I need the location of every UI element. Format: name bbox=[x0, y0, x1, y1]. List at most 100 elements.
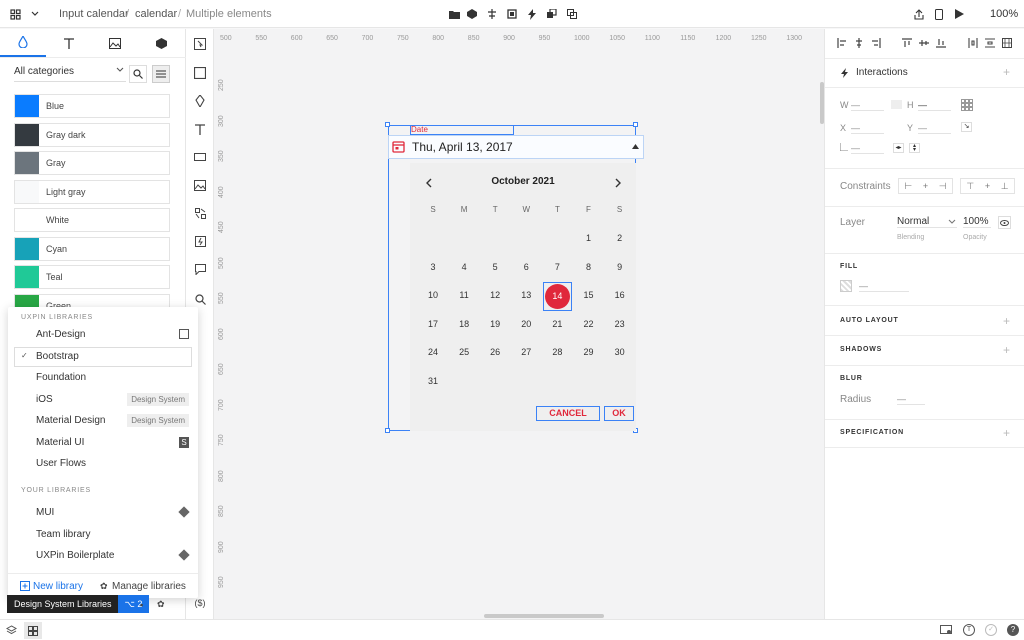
calendar-day[interactable]: 4 bbox=[450, 262, 478, 272]
library-item[interactable]: User Flows bbox=[36, 458, 86, 469]
position-icon[interactable]: ↘ bbox=[961, 122, 972, 132]
calendar-day[interactable]: 2 bbox=[606, 233, 634, 243]
constraint-left-icon[interactable]: ⊢ bbox=[904, 181, 912, 192]
horizontal-scrollbar[interactable] bbox=[484, 614, 604, 618]
align-left-icon[interactable] bbox=[837, 38, 847, 48]
library-item[interactable]: UXPin Boilerplate bbox=[36, 550, 114, 561]
resize-handle[interactable] bbox=[633, 122, 638, 127]
ok-button[interactable]: OK bbox=[604, 406, 634, 421]
pen-tool-icon[interactable] bbox=[192, 93, 208, 109]
calendar-day[interactable]: 28 bbox=[543, 347, 571, 357]
calendar-day[interactable]: 22 bbox=[575, 319, 603, 329]
constraint-bottom-icon[interactable]: ⊥ bbox=[1001, 181, 1009, 192]
x-field[interactable]: — bbox=[851, 123, 884, 134]
library-item[interactable]: Ant-Design bbox=[36, 329, 85, 340]
text-tool-icon[interactable] bbox=[192, 121, 208, 137]
align-bottom-icon[interactable] bbox=[936, 38, 946, 48]
constraint-right-icon[interactable]: ⊣ bbox=[939, 181, 947, 192]
library-item[interactable]: MUI bbox=[36, 507, 54, 518]
opacity-field[interactable]: 100% bbox=[963, 216, 991, 228]
component-icon[interactable] bbox=[465, 7, 479, 21]
calendar-day[interactable]: 15 bbox=[575, 290, 603, 300]
box-tool-icon[interactable] bbox=[192, 149, 208, 165]
constraint-top-icon[interactable]: ⊤ bbox=[966, 181, 974, 192]
frame-icon[interactable] bbox=[505, 7, 519, 21]
dropdown-arrow-icon[interactable] bbox=[632, 144, 639, 149]
constraint-center-icon[interactable]: + bbox=[923, 181, 928, 191]
lock-icon[interactable]: ▪ bbox=[140, 600, 143, 610]
select-tool-icon[interactable] bbox=[192, 36, 208, 52]
list-view-button[interactable] bbox=[152, 65, 170, 83]
cancel-button[interactable]: CANCEL bbox=[536, 406, 600, 421]
search-button[interactable] bbox=[129, 65, 147, 83]
align-right-icon[interactable] bbox=[871, 38, 881, 48]
flip-vertical-icon[interactable]: ▴ ▾ bbox=[909, 143, 920, 153]
color-swatch-item[interactable]: Gray bbox=[14, 151, 170, 175]
date-input[interactable]: Thu, April 13, 2017 bbox=[388, 135, 644, 159]
calendar-day[interactable]: 26 bbox=[481, 347, 509, 357]
comment-tool-icon[interactable] bbox=[192, 261, 208, 277]
library-item[interactable]: Foundation bbox=[36, 372, 86, 383]
folder-icon[interactable] bbox=[447, 7, 461, 21]
calendar-day[interactable]: 29 bbox=[575, 347, 603, 357]
color-swatch-item[interactable]: Cyan bbox=[14, 236, 170, 261]
library-item[interactable]: Team library bbox=[36, 529, 90, 540]
library-item[interactable]: Bootstrap bbox=[36, 351, 79, 362]
calendar-day[interactable]: 6 bbox=[512, 262, 540, 272]
distribute-vertical-icon[interactable] bbox=[985, 38, 995, 48]
play-icon[interactable] bbox=[952, 7, 966, 21]
tab-assets[interactable] bbox=[92, 29, 138, 57]
apps-grid-icon[interactable] bbox=[8, 7, 22, 21]
info-icon[interactable]: T bbox=[963, 624, 975, 636]
color-swatch-item[interactable]: Gray dark bbox=[14, 122, 170, 147]
align-middle-icon[interactable] bbox=[919, 38, 929, 48]
breadcrumb-project[interactable]: Input calendar bbox=[59, 8, 129, 20]
calendar-day[interactable]: 16 bbox=[606, 290, 634, 300]
selected-day[interactable]: 14 bbox=[544, 284, 570, 310]
image-tool-icon[interactable] bbox=[192, 177, 208, 193]
fill-value[interactable]: — bbox=[859, 281, 909, 292]
chevron-down-icon[interactable] bbox=[28, 7, 42, 21]
interaction-tool-icon[interactable] bbox=[192, 233, 208, 249]
calendar-day[interactable]: 20 bbox=[512, 319, 540, 329]
rotation-field[interactable]: — bbox=[851, 143, 884, 154]
boolean-icon[interactable] bbox=[565, 7, 579, 21]
calendar-day[interactable]: 27 bbox=[512, 347, 540, 357]
tab-typography[interactable] bbox=[46, 29, 92, 57]
visibility-eye-icon[interactable] bbox=[998, 216, 1011, 229]
search-tool-icon[interactable] bbox=[192, 291, 208, 307]
category-select[interactable]: All categories bbox=[14, 65, 126, 82]
color-swatch-item[interactable]: Blue bbox=[14, 94, 170, 118]
radius-field[interactable]: — bbox=[897, 394, 925, 405]
preview-icon[interactable] bbox=[940, 625, 952, 635]
color-swatch-item[interactable]: Light gray bbox=[14, 179, 170, 204]
add-specification-button[interactable]: + bbox=[1003, 426, 1010, 440]
calendar-day[interactable]: 23 bbox=[606, 319, 634, 329]
resize-handle[interactable] bbox=[385, 122, 390, 127]
calendar-day[interactable]: 3 bbox=[419, 262, 447, 272]
calendar-day[interactable]: 18 bbox=[450, 319, 478, 329]
next-month-icon[interactable] bbox=[615, 178, 621, 188]
calendar-day[interactable]: 12 bbox=[481, 290, 509, 300]
color-swatch-item[interactable]: Teal bbox=[14, 265, 170, 289]
calendar-day[interactable]: 17 bbox=[419, 319, 447, 329]
add-interaction-button[interactable]: + bbox=[1003, 65, 1010, 79]
lock-ratio-icon[interactable] bbox=[891, 100, 902, 109]
rectangle-tool-icon[interactable] bbox=[192, 65, 208, 81]
resize-handle[interactable] bbox=[385, 428, 390, 433]
resize-grid-icon[interactable] bbox=[961, 99, 973, 111]
component-tool-icon[interactable] bbox=[192, 205, 208, 221]
check-icon[interactable]: ✓ bbox=[985, 624, 997, 636]
width-field[interactable]: — bbox=[851, 100, 884, 111]
calendar-day[interactable]: 7 bbox=[543, 262, 571, 272]
library-item[interactable]: iOS bbox=[36, 394, 53, 405]
help-icon[interactable]: ? bbox=[1007, 624, 1019, 636]
calendar-day[interactable]: 10 bbox=[419, 290, 447, 300]
new-library-link[interactable]: New library bbox=[33, 581, 83, 592]
layers-icon[interactable] bbox=[6, 625, 17, 636]
calendar-day[interactable]: 30 bbox=[606, 347, 634, 357]
color-swatch-item[interactable]: White bbox=[14, 208, 170, 232]
share-icon[interactable] bbox=[912, 7, 926, 21]
breadcrumb-page[interactable]: calendar bbox=[135, 8, 177, 20]
calendar-day[interactable]: 31 bbox=[419, 376, 447, 386]
